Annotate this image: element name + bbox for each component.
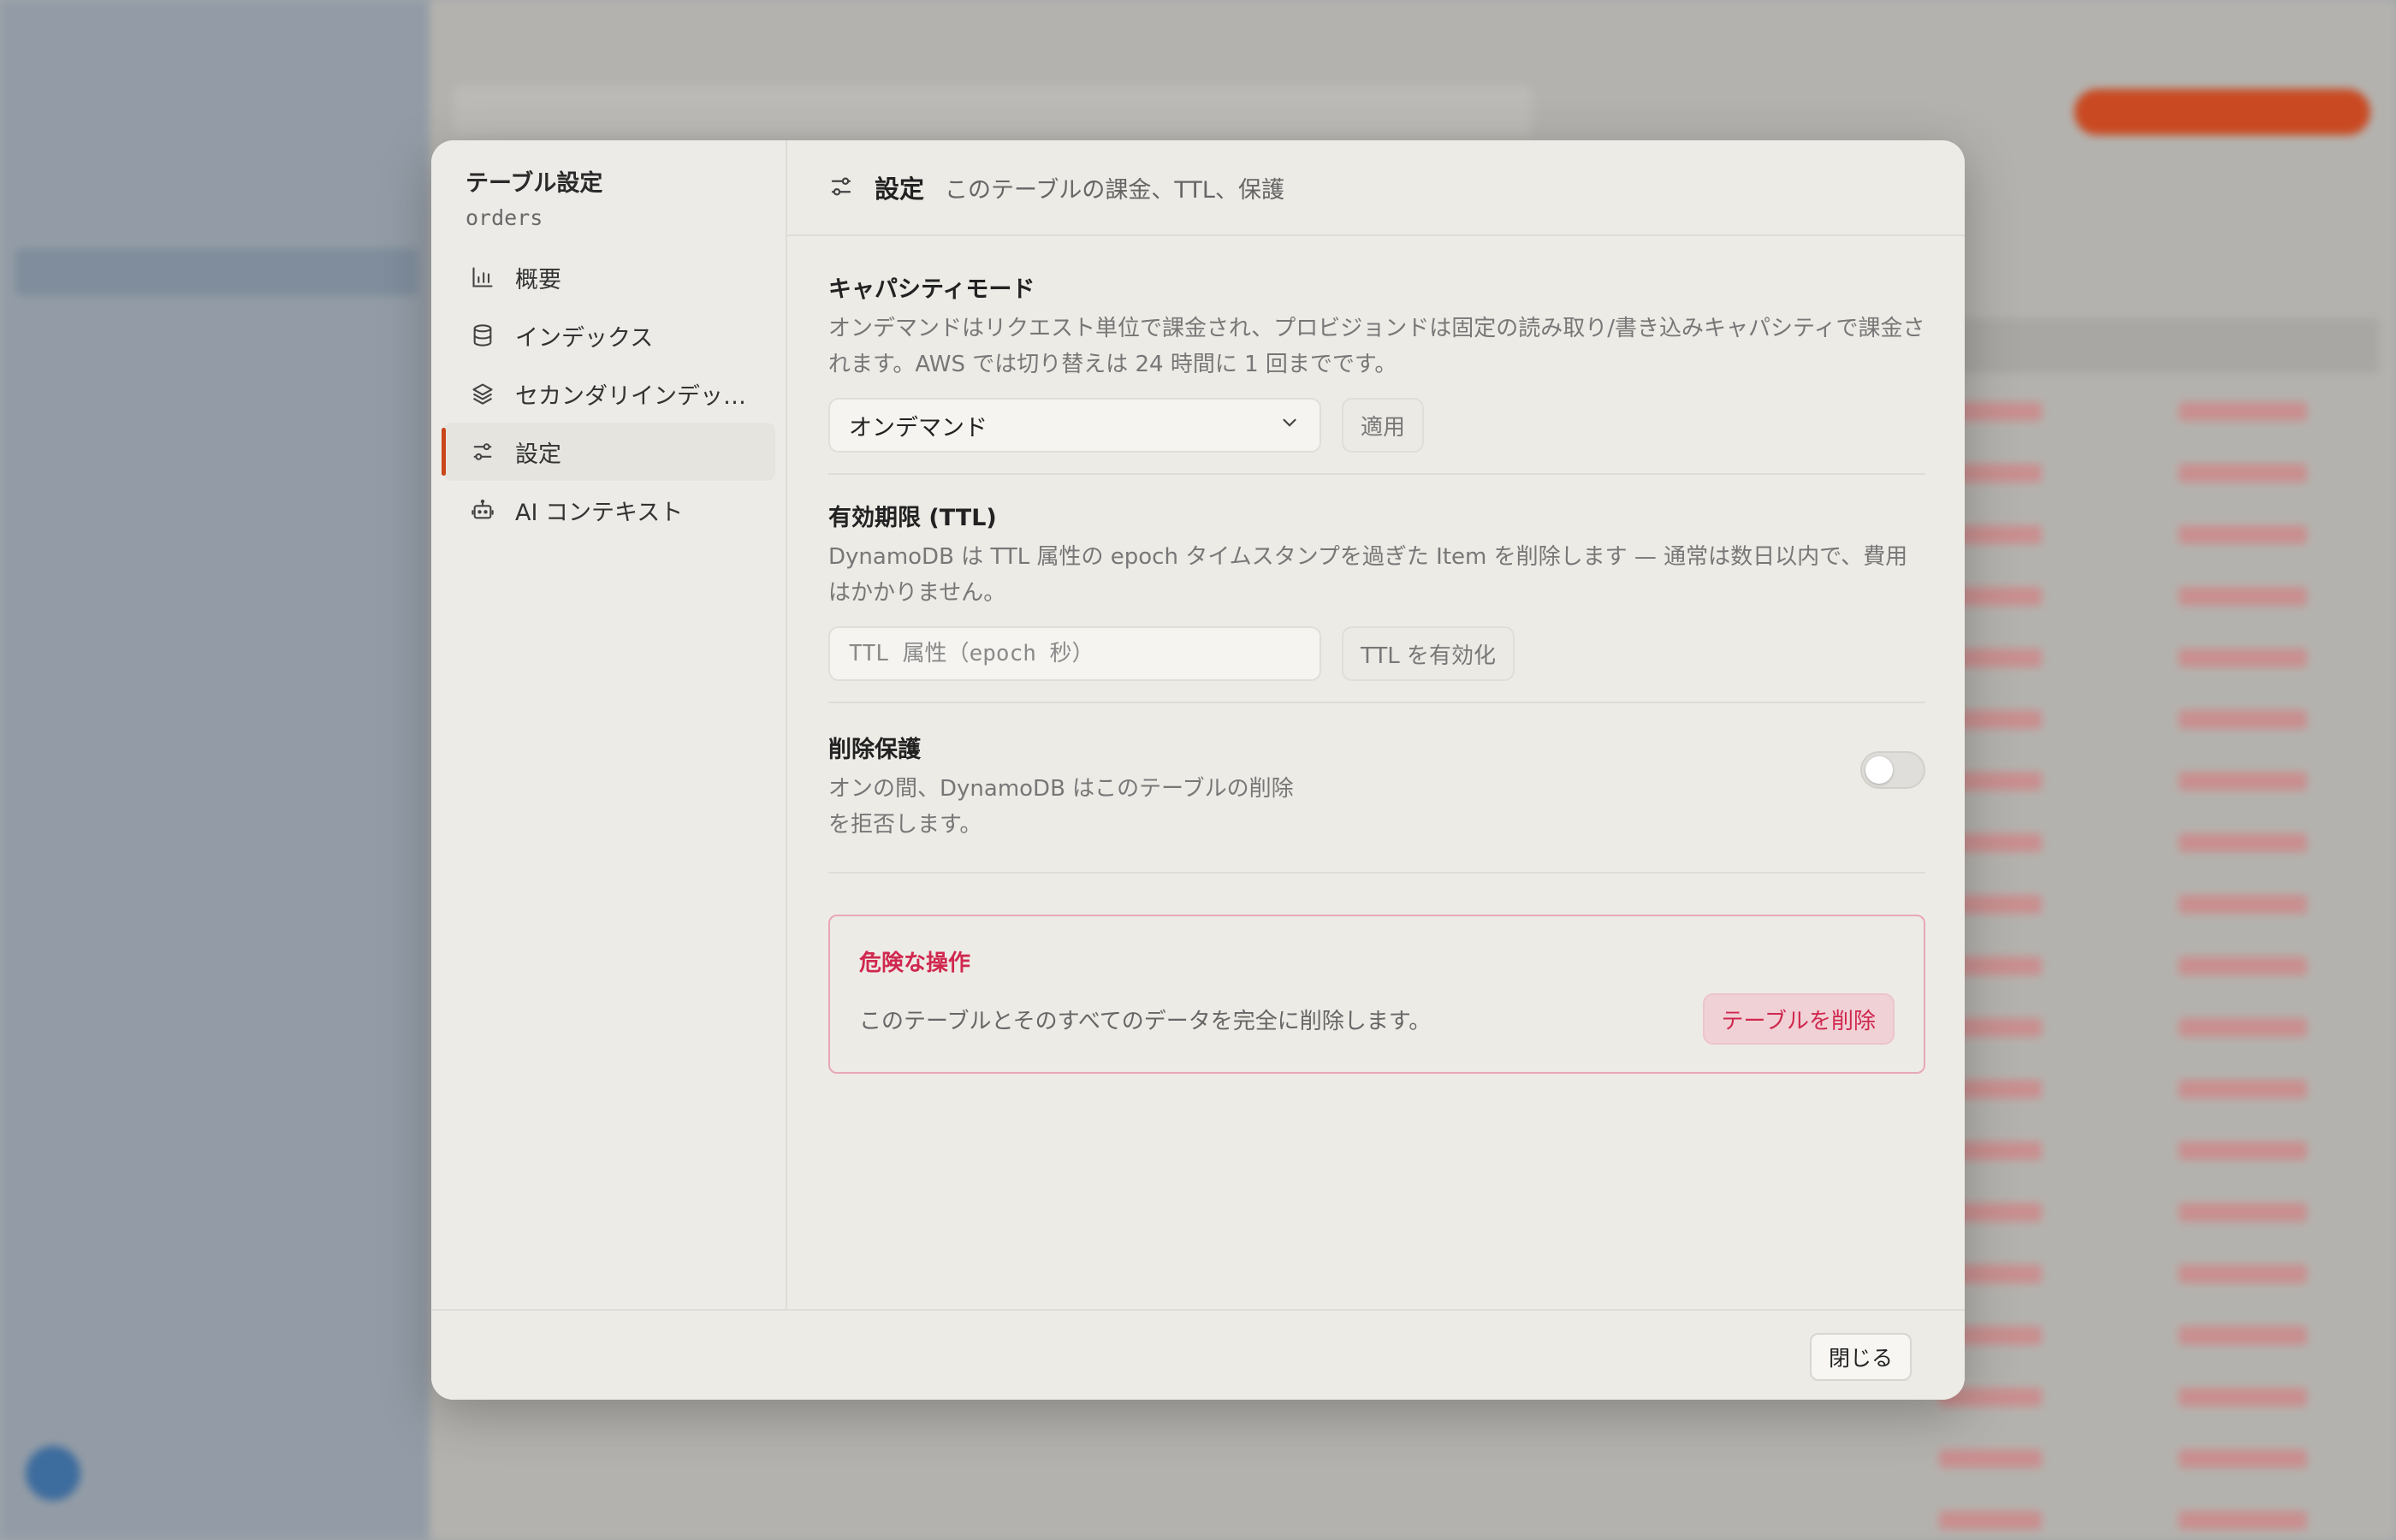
- bg-cell: [2179, 1265, 2307, 1283]
- sidebar-item-label: セカンダリインデックス: [515, 382, 755, 410]
- capacity-section: キャパシティモード オンデマンドはリクエスト単位で課金され、プロビジョンドは固定…: [828, 236, 1925, 475]
- page-description: このテーブルの課金、TTL、保護: [945, 176, 1284, 204]
- sidebar-item-secondary-indexes[interactable]: セカンダリインデックス: [443, 364, 775, 423]
- capacity-description: オンデマンドはリクエスト単位で課金され、プロビジョンドは固定の読み取り/書き込み…: [828, 316, 1925, 377]
- modal-sidebar: テーブル設定 orders 概要 インデックス セカンダリインデックス 設定 A…: [431, 140, 787, 1309]
- delete-table-button[interactable]: テーブルを削除: [1702, 993, 1895, 1045]
- bg-cell: [2179, 1203, 2307, 1222]
- sidebar-table-name: orders: [466, 205, 543, 230]
- close-button[interactable]: 閉じる: [1809, 1333, 1912, 1381]
- bg-cell: [2179, 1388, 2307, 1407]
- danger-title: 危険な操作: [859, 951, 971, 976]
- bg-cell: [2179, 587, 2307, 606]
- protection-title: 削除保護: [828, 737, 921, 763]
- apply-button[interactable]: 適用: [1342, 398, 1425, 453]
- settings-content: キャパシティモード オンデマンドはリクエスト単位で課金され、プロビジョンドは固定…: [828, 236, 1925, 1074]
- bg-cell: [2179, 464, 2307, 483]
- bg-cell: [2179, 710, 2307, 729]
- ttl-description: DynamoDB は TTL 属性の epoch タイムスタンプを過ぎた Ite…: [828, 544, 1908, 606]
- sidebar-item-overview[interactable]: 概要: [443, 248, 775, 306]
- sidebar-item-label: 概要: [515, 266, 561, 293]
- ttl-section: 有効期限 (TTL) DynamoDB は TTL 属性の epoch タイムス…: [828, 475, 1925, 703]
- capacity-title: キャパシティモード: [828, 276, 1035, 303]
- bg-cell: [2179, 1449, 2307, 1468]
- enable-ttl-button[interactable]: TTL を有効化: [1342, 626, 1515, 681]
- capacity-mode-value: オンデマンド: [849, 414, 987, 441]
- sidebar-nav: 概要 インデックス セカンダリインデックス 設定 AI コンテキスト: [442, 248, 775, 539]
- bg-cell: [2179, 772, 2307, 791]
- bg-cell: [2179, 1511, 2307, 1530]
- ttl-attribute-input[interactable]: [828, 626, 1321, 681]
- chevron-down-icon: [1278, 412, 1301, 440]
- robot-icon: [469, 496, 496, 524]
- sliders-icon: [828, 174, 856, 201]
- bg-cell: [2179, 1141, 2307, 1160]
- page-title: 設定: [875, 175, 925, 204]
- bg-sidebar: [0, 0, 430, 1540]
- bg-cell: [2179, 895, 2307, 914]
- ttl-title: 有効期限 (TTL): [828, 505, 997, 531]
- deletion-protection-toggle[interactable]: [1860, 751, 1925, 789]
- bg-cell: [2179, 1326, 2307, 1345]
- layers-icon: [469, 380, 496, 407]
- deletion-protection-section: 削除保護 オンの間、DynamoDB はこのテーブルの削除を拒否します。: [828, 703, 1925, 874]
- sidebar-item-label: 設定: [515, 441, 561, 468]
- toggle-knob: [1865, 756, 1893, 784]
- sidebar-title: テーブル設定: [466, 170, 603, 197]
- bg-avatar: [26, 1446, 80, 1501]
- capacity-mode-select[interactable]: オンデマンド: [828, 398, 1321, 453]
- bg-cell: [1939, 1511, 2042, 1530]
- danger-description: このテーブルとそのすべてのデータを完全に削除します。: [859, 1009, 1432, 1034]
- modal-footer: 閉じる: [431, 1309, 1965, 1400]
- bg-cell: [2179, 649, 2307, 667]
- bg-cell: [2179, 525, 2307, 544]
- sidebar-item-indexes[interactable]: インデックス: [443, 306, 775, 364]
- modal-header: 設定 このテーブルの課金、TTL、保護: [787, 140, 1965, 236]
- bg-cell: [2179, 402, 2307, 421]
- bar-chart-icon: [469, 264, 496, 291]
- bg-primary-button: [2074, 89, 2370, 135]
- protection-description: オンの間、DynamoDB はこのテーブルの削除を拒否します。: [828, 776, 1294, 838]
- divider: [828, 872, 1925, 874]
- bg-cell: [2179, 1018, 2307, 1037]
- bg-table-header: [1925, 318, 2379, 373]
- sliders-icon: [469, 438, 496, 465]
- sidebar-item-settings[interactable]: 設定: [442, 423, 775, 481]
- bg-selected-item: [15, 248, 418, 296]
- bg-cell: [2179, 833, 2307, 852]
- bg-cell: [1939, 1449, 2042, 1468]
- sidebar-item-label: インデックス: [515, 324, 654, 352]
- database-icon: [469, 322, 496, 349]
- bg-cell: [2179, 957, 2307, 975]
- bg-toolbar: [454, 86, 1532, 137]
- sidebar-item-ai-context[interactable]: AI コンテキスト: [443, 481, 775, 539]
- sidebar-item-label: AI コンテキスト: [515, 499, 684, 526]
- table-settings-modal: テーブル設定 orders 概要 インデックス セカンダリインデックス 設定 A…: [431, 140, 1965, 1400]
- bg-cell: [2179, 1080, 2307, 1099]
- danger-zone: 危険な操作 このテーブルとそのすべてのデータを完全に削除します。 テーブルを削除: [828, 915, 1925, 1074]
